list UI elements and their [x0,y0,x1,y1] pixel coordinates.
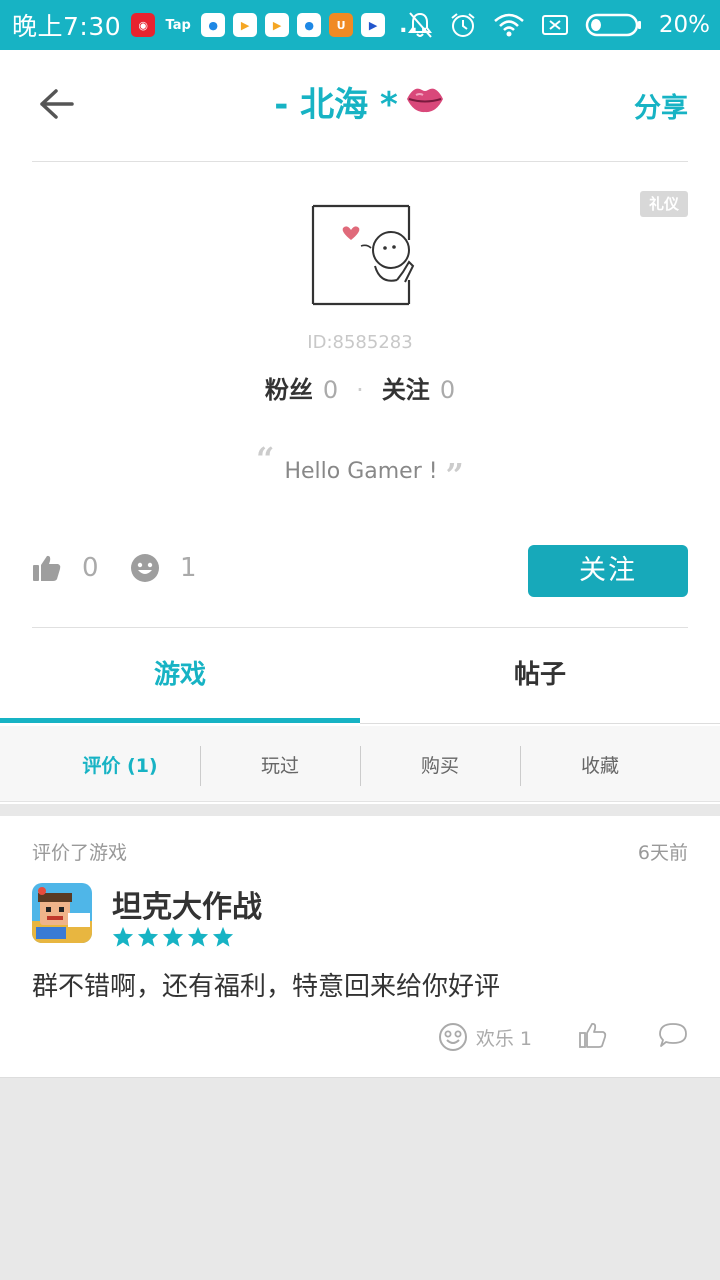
tab-posts[interactable]: 帖子 [360,628,720,724]
likes-count: 0 [82,553,99,583]
tab-underline [360,723,720,724]
uc-browser-icon: U [329,13,354,37]
subtab-purchased[interactable]: 购买 [360,726,520,802]
bio-text: Hello Gamer ! [284,459,438,484]
tap-icon: Tap [165,17,191,33]
sub-tabs: 评价 (1) 玩过 购买 收藏 [0,726,720,802]
fans-stat[interactable]: 粉丝 0 [265,376,338,404]
nickname-text: - 北海 * [274,85,398,125]
review-footer: 欢乐 1 [438,1019,688,1055]
alarm-icon [451,13,475,37]
subtab-favorites[interactable]: 收藏 [520,726,680,802]
open-quote-icon: “ [256,440,275,478]
star-icon [212,926,234,947]
tab-games[interactable]: 游戏 [0,628,360,724]
fans-count: 0 [322,376,339,404]
fans-label: 粉丝 [264,376,313,404]
review-card[interactable]: 评价了游戏 6天前 坦克大作战 群不错啊，还有福利，特意回来给你好评 欢乐 1 [0,816,720,1078]
follow-stats: 粉丝 0 · 关注 0 [0,370,720,405]
top-bar: - 北海 * 分享 [32,50,688,162]
review-comment-button[interactable] [658,1021,688,1053]
likes-stat[interactable]: 0 [32,553,99,583]
star-icon [112,926,134,947]
follow-button[interactable]: 关注 [528,545,688,597]
smiley-outline-icon [438,1023,467,1051]
fun-count: 1 [180,553,197,583]
no-sim-icon [541,15,568,35]
review-content: 群不错啊，还有福利，特意回来给你好评 [32,972,501,1002]
play-store-icon: ▶ [233,13,258,37]
star-icon [162,926,184,947]
etiquette-badge[interactable]: 礼仪 [640,191,688,217]
review-fun-label: 欢乐 1 [475,1027,532,1050]
thumbs-up-icon [33,555,61,581]
thumbs-up-outline-icon [579,1022,607,1048]
nickname: - 北海 * [32,80,688,130]
bio: “ Hello Gamer ! ” [0,440,720,494]
close-quote-icon: ” [445,456,464,494]
wifi-icon [494,13,524,37]
profile-actions: 0 1 关注 [32,545,688,599]
profile-card: - 北海 * 分享 礼仪 ID:8585283 粉丝 0 · 关注 0 “ Hello G… [0,50,720,804]
star-icon [137,926,159,947]
tab-indicator [0,718,360,723]
comment-icon [659,1023,687,1047]
smiley-icon [131,554,159,582]
browser-icon-2: ● [297,13,322,37]
status-bar: 晚上7:30 ◉ Tap ● ▶ ▶ ● U ▶ ... 20% [0,0,720,50]
game-icon[interactable] [32,883,92,943]
game-title[interactable]: 坦克大作战 [112,882,262,926]
review-like-button[interactable] [578,1020,608,1054]
review-action: 评价了游戏 [32,842,128,864]
rating-stars [112,926,234,948]
main-tabs: 游戏 帖子 [0,628,720,724]
following-count: 0 [439,376,456,404]
system-icons: 20% [407,0,710,50]
netease-music-icon: ◉ [131,13,156,37]
notification-icons: ◉ Tap ● ▶ ▶ ● U ▶ ... [131,13,430,38]
battery-percent: 20% [658,12,710,38]
separator-dot: · [356,376,364,404]
following-label: 关注 [381,376,430,404]
avatar[interactable] [305,200,417,312]
following-stat[interactable]: 关注 0 [382,376,455,404]
fun-stat[interactable]: 1 [130,553,197,583]
review-fun-button[interactable]: 欢乐 1 [438,1022,532,1052]
bell-off-icon [407,12,432,38]
play-store-icon-2: ▶ [265,13,290,37]
video-icon: ▶ [361,13,386,37]
share-button[interactable]: 分享 [634,86,688,125]
user-id: ID:8585283 [307,332,413,353]
status-time: 晚上7:30 [12,12,122,41]
browser-icon: ● [201,13,226,37]
battery-icon [585,13,641,37]
kiss-lips-icon [404,82,446,132]
subtab-reviews[interactable]: 评价 (1) [40,726,200,802]
star-icon [187,926,209,947]
subtab-played[interactable]: 玩过 [200,726,360,802]
review-time: 6天前 [637,842,688,864]
